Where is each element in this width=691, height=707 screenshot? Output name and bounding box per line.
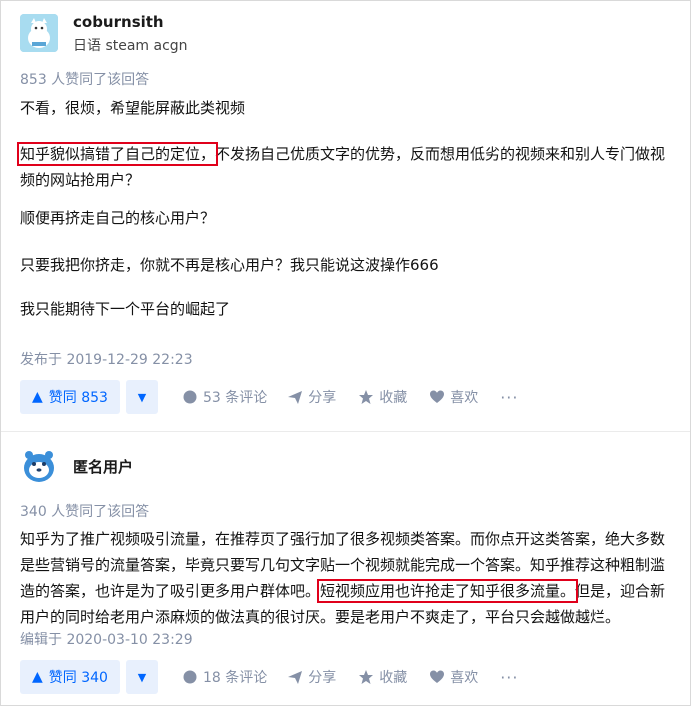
action-bar: ▲ 赞同 853 ▼ 53 条评论 分享 收藏 喜欢 ··· — [20, 380, 518, 414]
triangle-down-icon: ▼ — [137, 390, 147, 404]
favorite-label: 收藏 — [379, 670, 408, 686]
highlighted-text: 短视频应用也许抢走了知乎很多流量。 — [317, 579, 579, 603]
vote-up-label: 赞同 853 — [48, 390, 108, 406]
share-label: 分享 — [308, 390, 337, 406]
favorite-button[interactable]: 收藏 — [358, 387, 407, 407]
avatar-image — [20, 14, 58, 52]
answer-paragraph: 知乎为了推广视频吸引流量，在推荐页了强行加了很多视频类答案。而你点开这类答案，绝… — [20, 526, 672, 630]
heart-icon — [430, 390, 445, 403]
edit-date[interactable]: 编辑于 2020-03-10 23:29 — [20, 629, 193, 649]
share-icon — [288, 391, 303, 404]
author-name[interactable]: 匿名用户 — [73, 456, 133, 477]
anonymous-avatar-icon — [20, 446, 58, 484]
vote-up-label: 赞同 340 — [48, 670, 108, 686]
vote-down-button[interactable]: ▼ — [125, 380, 158, 414]
answer-paragraph: 我只能期待下一个平台的崛起了 — [20, 300, 231, 318]
comment-icon — [183, 670, 197, 684]
more-button[interactable]: ··· — [500, 388, 518, 407]
answer-card-1: coburnsith 日语 steam acgn 853 人赞同了该回答 不看，… — [1, 1, 690, 431]
comments-button[interactable]: 18 条评论 — [182, 667, 267, 687]
like-button[interactable]: 喜欢 — [429, 387, 478, 407]
answer-paragraph: 只要我把你挤走，你就不再是核心用户？我只能说这波操作666 — [20, 256, 439, 274]
vote-count-line: 853 人赞同了该回答 — [20, 72, 150, 88]
like-label: 喜欢 — [450, 670, 479, 686]
share-button[interactable]: 分享 — [287, 387, 336, 407]
publish-date[interactable]: 发布于 2019-12-29 22:23 — [20, 349, 193, 369]
star-icon — [359, 390, 374, 404]
favorite-button[interactable]: 收藏 — [358, 667, 407, 687]
like-label: 喜欢 — [450, 390, 479, 406]
heart-icon — [430, 670, 445, 683]
action-bar: ▲ 赞同 340 ▼ 18 条评论 分享 收藏 喜欢 ··· — [20, 660, 518, 694]
triangle-up-icon: ▲ — [32, 669, 43, 685]
comments-button[interactable]: 53 条评论 — [182, 387, 267, 407]
more-button[interactable]: ··· — [500, 668, 518, 687]
star-icon — [359, 670, 374, 684]
vote-up-button[interactable]: ▲ 赞同 853 — [20, 380, 120, 414]
triangle-down-icon: ▼ — [137, 670, 147, 684]
highlighted-text: 知乎貌似搞错了自己的定位， — [16, 142, 219, 166]
share-button[interactable]: 分享 — [287, 667, 336, 687]
comment-icon — [183, 390, 197, 404]
answer-card-2: 匿名用户 340 人赞同了该回答 知乎为了推广视频吸引流量，在推荐页了强行加了很… — [1, 432, 690, 707]
comments-label: 18 条评论 — [202, 670, 268, 686]
answer-paragraph: 知乎貌似搞错了自己的定位，不发扬自己优质文字的优势，反而想用低劣的视频来和别人专… — [16, 141, 672, 193]
vote-count-line: 340 人赞同了该回答 — [20, 504, 150, 520]
vote-down-button[interactable]: ▼ — [125, 660, 158, 694]
answer-paragraph: 顺便再挤走自己的核心用户？ — [20, 209, 216, 227]
avatar[interactable] — [20, 446, 58, 484]
vote-up-button[interactable]: ▲ 赞同 340 — [20, 660, 120, 694]
share-icon — [288, 671, 303, 684]
comments-label: 53 条评论 — [202, 390, 268, 406]
author-name[interactable]: coburnsith — [73, 13, 164, 31]
like-button[interactable]: 喜欢 — [429, 667, 478, 687]
favorite-label: 收藏 — [379, 390, 408, 406]
triangle-up-icon: ▲ — [32, 389, 43, 405]
share-label: 分享 — [308, 670, 337, 686]
avatar[interactable] — [20, 14, 58, 52]
author-bio: 日语 steam acgn — [73, 38, 188, 54]
answer-paragraph: 不看，很烦，希望能屏蔽此类视频 — [20, 99, 246, 117]
